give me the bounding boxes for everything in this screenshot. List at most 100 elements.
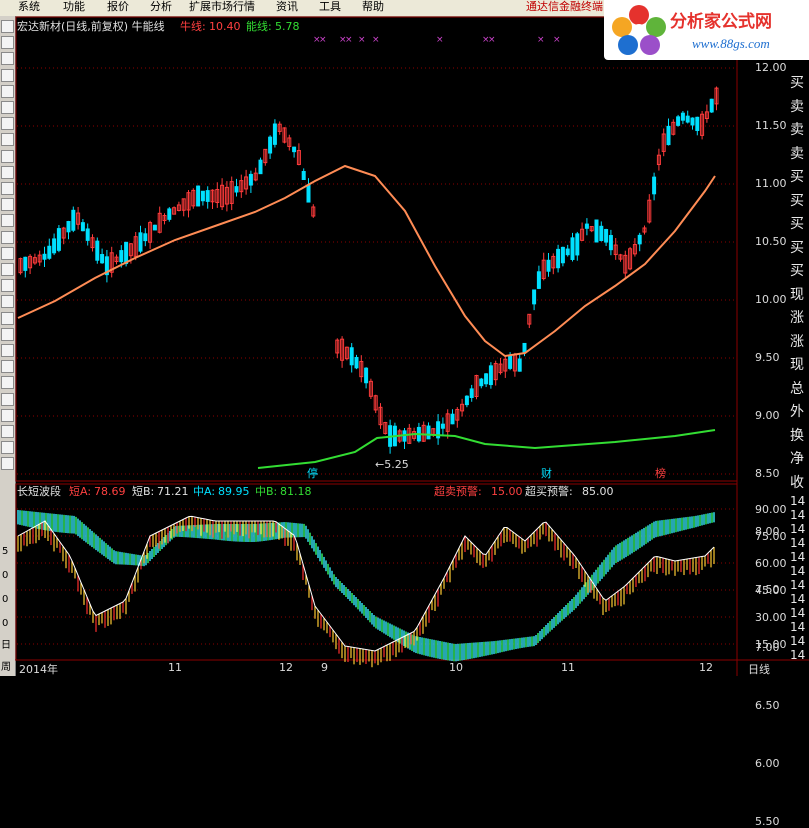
toolbar-button[interactable] [1, 230, 14, 244]
short-wave-line [17, 515, 715, 652]
toolbar-button[interactable] [1, 198, 14, 212]
toolbar-button[interactable] [1, 376, 14, 390]
toolbar-button[interactable] [1, 360, 14, 374]
candle [152, 224, 157, 231]
toolbar-button[interactable] [1, 214, 14, 228]
menu-item-system[interactable]: 系统 [18, 0, 40, 14]
menu-item-news[interactable]: 资讯 [276, 0, 298, 14]
oversold-alert-label: 超卖预警: [434, 485, 482, 498]
period-switch-button[interactable]: 周 [1, 658, 11, 673]
flower-logo-icon [612, 5, 666, 55]
side-info-label: 卖 [790, 145, 804, 162]
toolbar-button[interactable] [1, 457, 14, 471]
menu-item-extended-market[interactable]: 扩展市场行情 [189, 0, 255, 14]
toolbar-button[interactable] [1, 344, 14, 357]
candle [637, 234, 642, 245]
time-tick-label: 2014年 [19, 663, 58, 676]
toolbar-button[interactable] [1, 263, 14, 276]
signal-marker: × [372, 35, 380, 45]
toolbar-button[interactable] [1, 20, 14, 33]
candle [268, 136, 273, 154]
candle [517, 358, 522, 372]
toolbar-button[interactable] [1, 149, 14, 163]
time-tick-label: 11 [561, 661, 575, 674]
candle [143, 233, 148, 242]
period-switch-button[interactable]: 日 [1, 636, 11, 651]
mid-a-label: 中A: [193, 485, 216, 498]
toolbar-button[interactable] [1, 408, 14, 422]
side-info-label: 现 [790, 286, 804, 303]
toolbar-button[interactable] [1, 279, 14, 293]
menu-item-help[interactable]: 帮助 [362, 0, 384, 14]
candle [85, 228, 90, 241]
side-info-label: 收 [790, 474, 804, 491]
toolbar-button[interactable] [1, 133, 14, 147]
candle [100, 254, 105, 264]
energy-line-label: 能线: [246, 20, 272, 33]
toolbar-button[interactable] [1, 165, 14, 179]
toolbar-button[interactable] [1, 311, 14, 325]
price-tick-label: 6.00 [755, 757, 780, 770]
candle [652, 176, 657, 195]
candle [354, 356, 359, 369]
candle [546, 259, 551, 272]
signal-marker: × [358, 35, 366, 45]
candle [484, 373, 489, 385]
side-info-label: 买 [790, 263, 804, 279]
candle [676, 116, 681, 126]
menu-item-function[interactable]: 功能 [63, 0, 85, 14]
toolbar-button[interactable] [1, 327, 14, 341]
price-tick-label: 6.50 [755, 699, 780, 712]
short-b-label: 短B: [132, 485, 155, 498]
promo-text[interactable]: 通达信金融终端 [526, 0, 603, 14]
candle [450, 413, 455, 425]
signal-marker: × [345, 35, 353, 45]
toolbar-button[interactable] [1, 68, 14, 82]
event-label-halt: 停 [307, 467, 318, 480]
side-info-label: 外 [790, 404, 804, 420]
candle [532, 289, 537, 305]
candle [565, 248, 570, 256]
low-price-marker: ←5.25 [375, 458, 409, 471]
toolbar-button[interactable] [1, 182, 14, 195]
candle [560, 246, 565, 264]
side-info-label: 买 [790, 239, 804, 256]
toolbar-button[interactable] [1, 441, 14, 455]
toolbar-button[interactable] [1, 246, 14, 260]
bull-line-label: 牛线: [180, 20, 206, 33]
menu-item-tools[interactable]: 工具 [319, 0, 341, 14]
toolbar-button[interactable] [1, 101, 14, 114]
side-info-value: 14 [790, 578, 806, 592]
toolbar-button[interactable] [1, 295, 14, 309]
menu-item-analysis[interactable]: 分析 [150, 0, 172, 14]
candle [66, 221, 71, 233]
side-info-label: 现 [790, 357, 804, 373]
candle [709, 98, 714, 113]
candle [42, 253, 47, 260]
candle [364, 367, 369, 384]
candle [306, 184, 311, 203]
candle [258, 159, 263, 175]
candle [599, 225, 604, 241]
sub-panel-frame [15, 483, 738, 661]
price-tick-label: 10.00 [755, 293, 787, 306]
chart-area[interactable]: × × × × × × × × × × × 宏达新材(日线,前复权) 牛能线 牛线: 10.40 能… [15, 16, 809, 828]
time-tick-label: 11 [168, 661, 182, 674]
menu-item-quote[interactable]: 报价 [107, 0, 129, 14]
candlestick-chart[interactable]: ×× ×× × × × ×× × × [15, 16, 809, 676]
oversold-alert-value: 15.00 [491, 485, 523, 498]
toolbar-button[interactable] [1, 84, 14, 98]
toolbar-button[interactable] [1, 392, 14, 406]
candle [575, 233, 580, 256]
side-info-label: 买 [790, 75, 804, 91]
candle [205, 190, 210, 202]
signal-marker: × [488, 35, 496, 45]
toolbar-button[interactable] [1, 52, 14, 66]
toolbar-button[interactable] [1, 425, 14, 438]
toolbar-button[interactable] [1, 117, 14, 131]
signal-marker: × [537, 35, 545, 45]
short-a-value: 78.69 [94, 485, 126, 498]
period-label[interactable]: 日线 [748, 661, 770, 677]
toolbar-button[interactable] [1, 36, 14, 50]
candle [124, 241, 129, 265]
